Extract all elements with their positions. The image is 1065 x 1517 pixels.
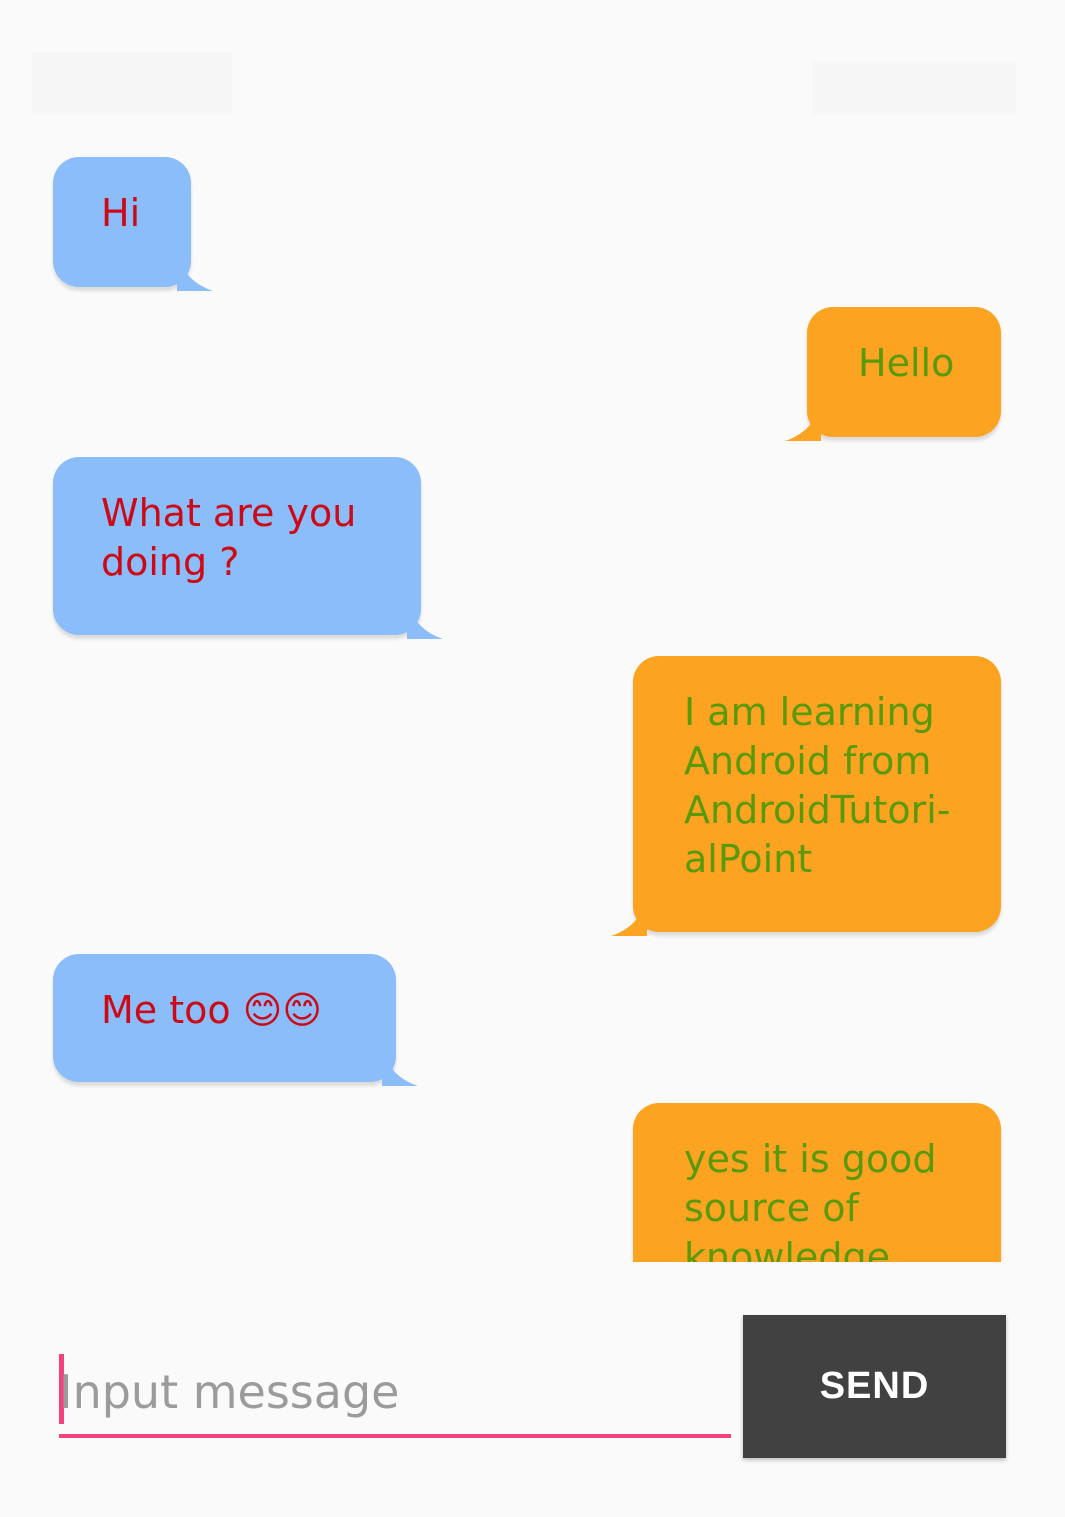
bubble-tail-icon [177, 251, 213, 291]
chat-message-list[interactable]: Hi Hello What are you doing ? I am learn… [0, 120, 1065, 1262]
message-text: Hello [858, 341, 955, 385]
message-bubble-sent[interactable]: yes it is good source of knowledge [633, 1103, 1001, 1262]
bubble-tail-icon [407, 599, 443, 639]
message-bubble-received[interactable]: What are you doing ? [53, 457, 443, 639]
message-bubble-sent[interactable]: Hello [785, 307, 1001, 441]
message-text: What are you doing ? [101, 491, 357, 584]
bubble-tail-icon [611, 896, 647, 936]
message-input[interactable] [59, 1352, 731, 1432]
message-text: Me too 😊😊 [101, 988, 322, 1032]
message-bubble-received[interactable]: Me too 😊😊 [53, 954, 418, 1086]
message-input-field[interactable] [59, 1352, 731, 1438]
toolbar-placeholder-left [32, 52, 232, 114]
message-text: yes it is good source of knowledge [684, 1137, 937, 1262]
message-bubble-sent[interactable]: I am learning Android from AndroidTutori… [611, 656, 1001, 936]
message-text: Hi [101, 191, 141, 235]
message-composer: SEND [0, 1262, 1065, 1517]
send-button[interactable]: SEND [743, 1315, 1006, 1458]
bubble-tail-icon [785, 401, 821, 441]
bubble-tail-icon [382, 1046, 418, 1086]
message-text: I am learning Android from AndroidTutori… [684, 690, 951, 881]
toolbar-placeholder-right [812, 62, 1016, 114]
message-bubble-received[interactable]: Hi [53, 157, 213, 291]
